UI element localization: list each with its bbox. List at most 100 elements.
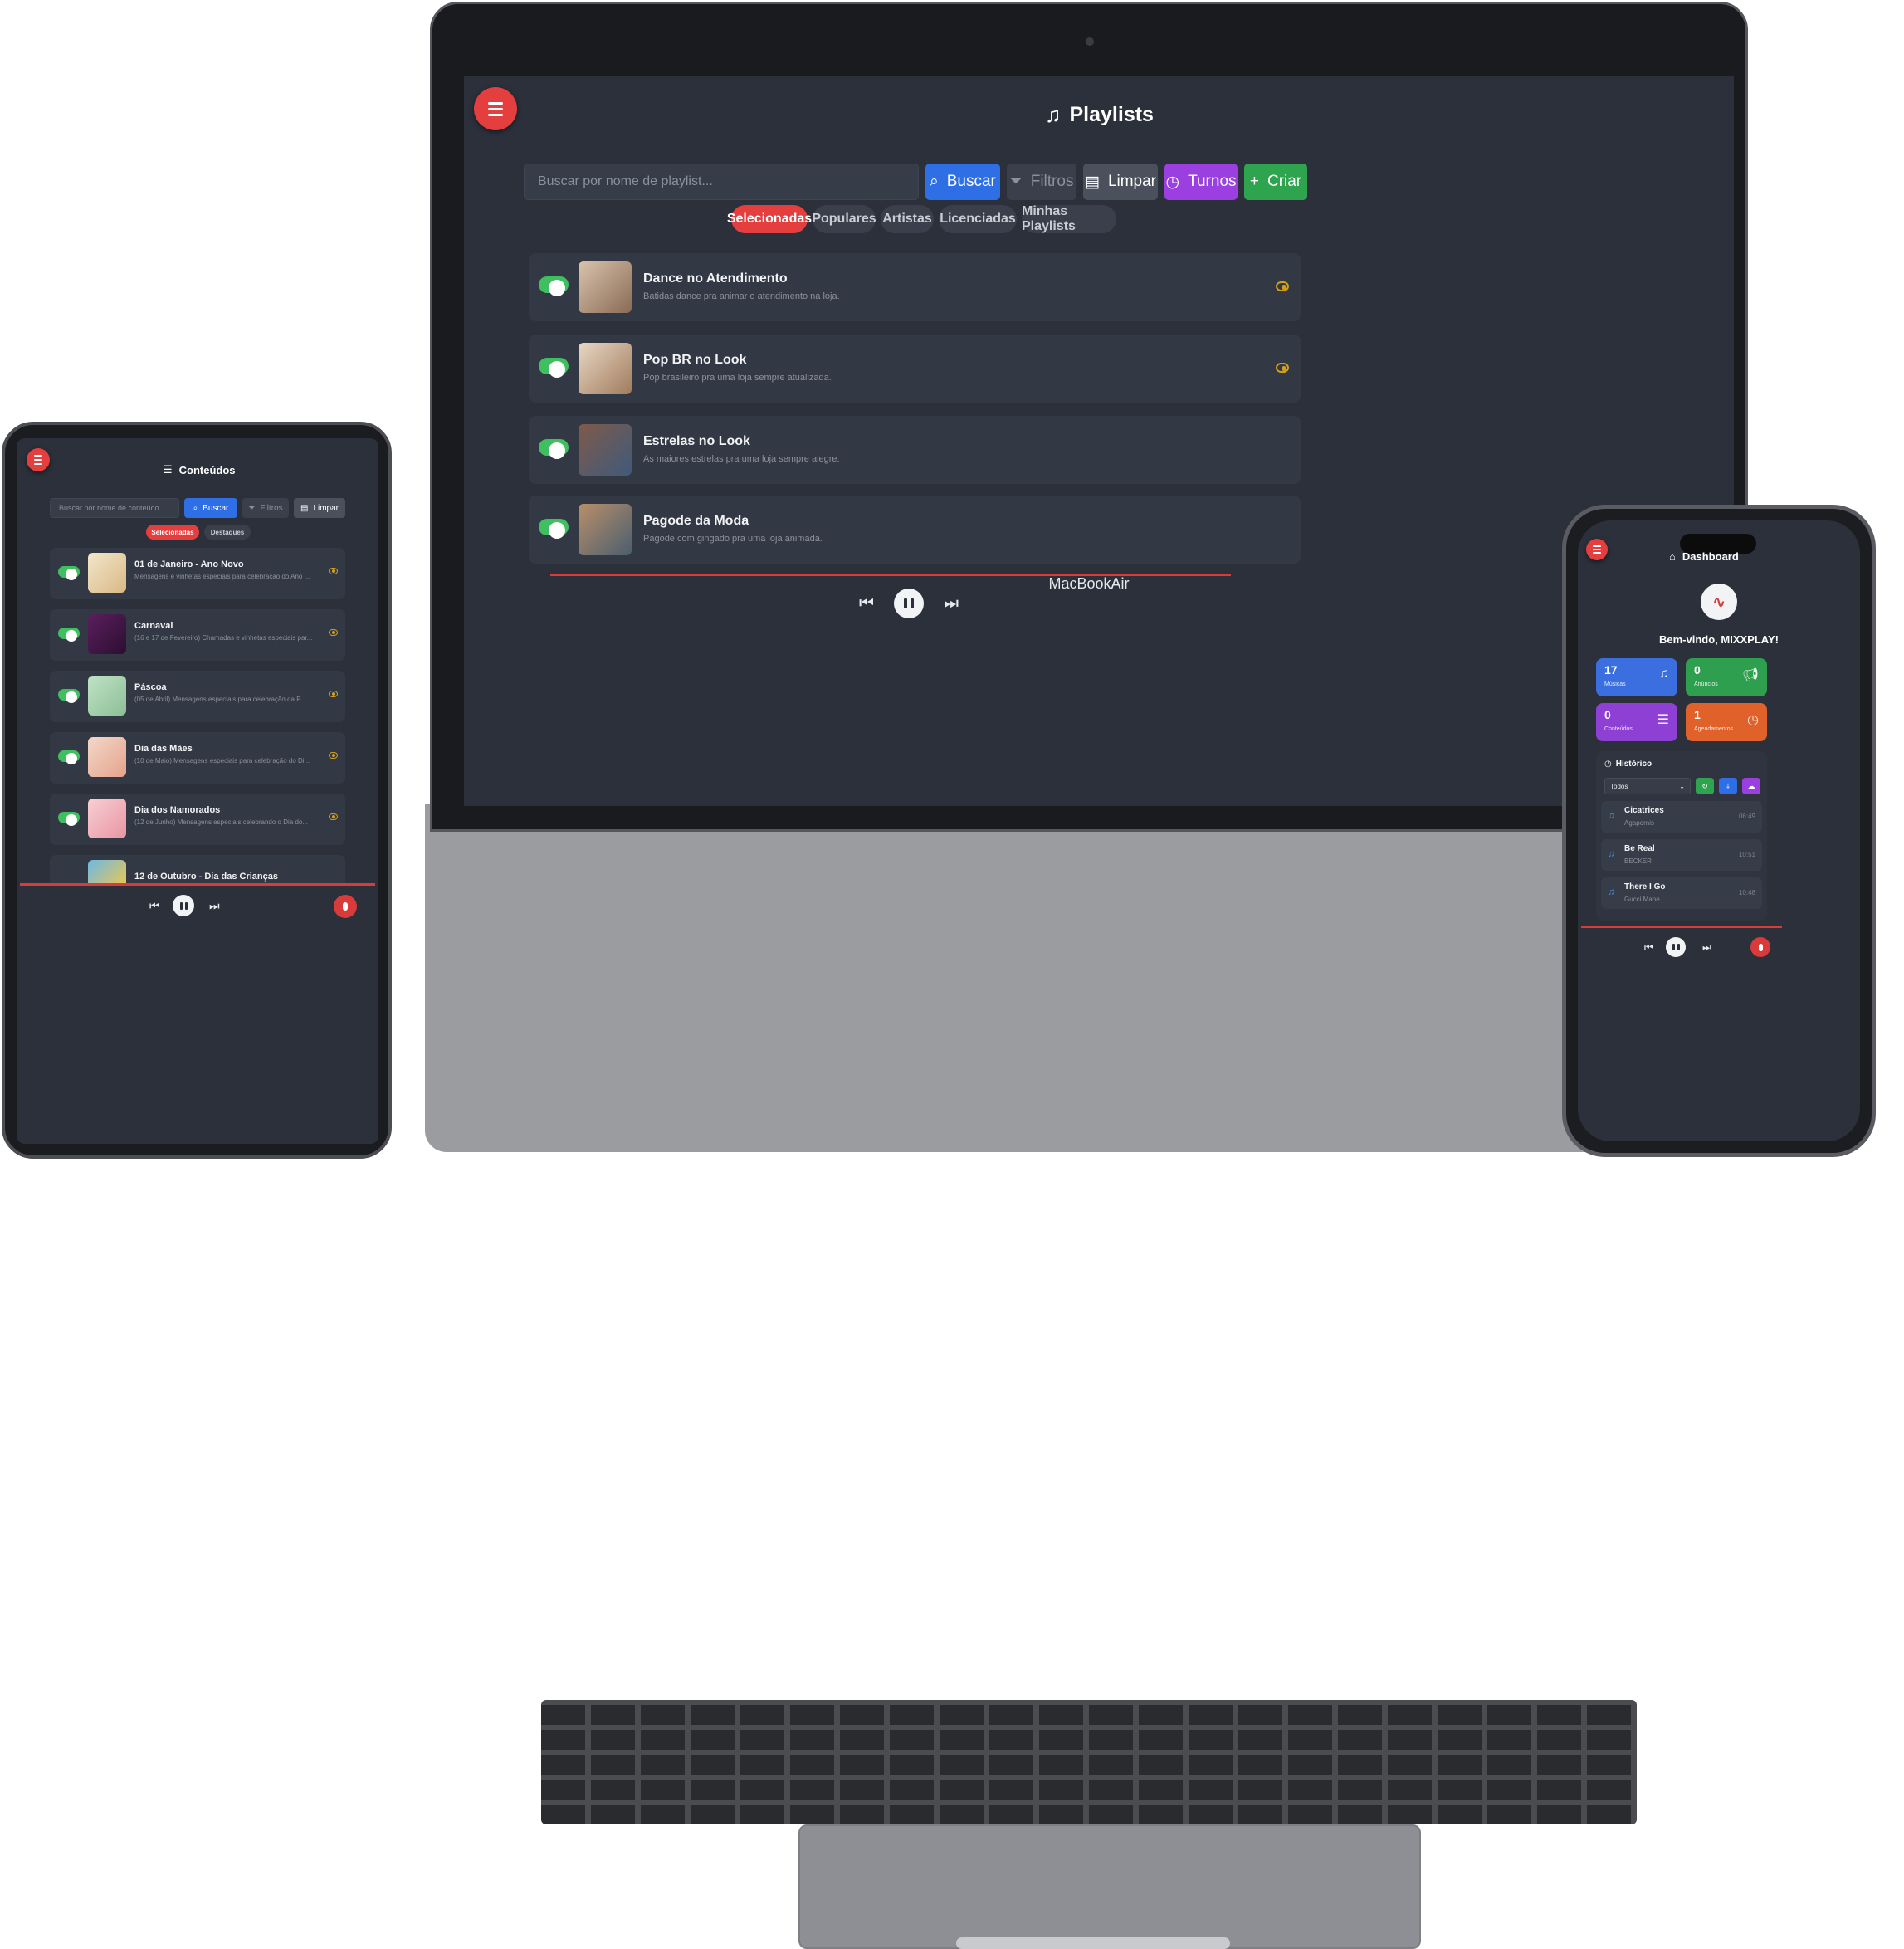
- content-title: Dia das Mães: [134, 744, 193, 754]
- stat-card-musicas[interactable]: 17 Músicas ♫: [1596, 658, 1677, 696]
- tab-populares[interactable]: Populares: [812, 205, 876, 233]
- plus-icon: +: [1249, 173, 1259, 190]
- stat-card-agendamentos[interactable]: 1 Agendamentos ◷: [1686, 703, 1767, 741]
- content-row[interactable]: 01 de Janeiro - Ano Novo Mensagens e vin…: [50, 548, 345, 599]
- progress-bar[interactable]: [1581, 926, 1782, 928]
- tab-selecionadas[interactable]: Selecionadas: [727, 205, 812, 233]
- content-row[interactable]: Dia das Mães (10 de Maio) Mensagens espe…: [50, 732, 345, 784]
- buscar-button[interactable]: ⌕ Buscar: [925, 164, 1000, 200]
- page-title: ♫ Playlists: [1045, 102, 1154, 127]
- history-item[interactable]: ♫ There I Go Gucci Mane 10:48: [1601, 877, 1762, 909]
- tab-minhas-playlists[interactable]: Minhas Playlists: [1022, 204, 1116, 233]
- content-row[interactable]: Páscoa (05 de Abril) Mensagens especiais…: [50, 671, 345, 722]
- playlist-subtitle: Pagode com gingado pra uma loja animada.: [643, 534, 823, 544]
- toggle-switch[interactable]: [539, 439, 569, 459]
- playlist-thumbnail: [579, 424, 632, 476]
- playlist-thumbnail: [579, 261, 632, 313]
- previous-icon[interactable]: ⏮: [859, 595, 874, 612]
- eye-icon[interactable]: [329, 752, 338, 759]
- turnos-button[interactable]: ◷ Turnos: [1164, 164, 1238, 200]
- content-row[interactable]: Dia dos Namorados (12 de Junho) Mensagen…: [50, 794, 345, 845]
- eye-icon[interactable]: [329, 813, 338, 820]
- toggle-switch[interactable]: [58, 750, 80, 764]
- eye-icon[interactable]: [329, 568, 338, 574]
- next-icon[interactable]: ⏭: [944, 595, 959, 612]
- next-icon[interactable]: ⏭: [209, 900, 220, 911]
- tablet-screen: ☰ Conteúdos Buscar por nome de conteúdo.…: [17, 438, 378, 1144]
- content-subtitle: (16 e 17 de Fevereiro) Chamadas e vinhet…: [134, 634, 313, 642]
- content-thumbnail: [88, 676, 126, 716]
- tab-licenciadas[interactable]: Licenciadas: [939, 205, 1017, 233]
- limpar-button[interactable]: ▤ Limpar: [294, 498, 345, 518]
- eye-icon[interactable]: [329, 629, 338, 636]
- camera: [1086, 37, 1094, 46]
- filter-select[interactable]: Todos ⌄: [1604, 778, 1691, 794]
- eye-icon[interactable]: [1276, 281, 1289, 291]
- filtros-button[interactable]: ⏷ Filtros: [1007, 164, 1076, 200]
- menu-button[interactable]: [474, 87, 517, 130]
- playlist-row[interactable]: Pagode da Moda Pagode com gingado pra um…: [529, 496, 1301, 564]
- pause-button[interactable]: [173, 895, 194, 916]
- tab-selecionadas[interactable]: Selecionadas: [146, 525, 199, 540]
- limpar-button[interactable]: ▤ Limpar: [1083, 164, 1158, 200]
- content-row[interactable]: Carnaval (16 e 17 de Fevereiro) Chamadas…: [50, 609, 345, 661]
- playlist-title: Dance no Atendimento: [643, 271, 788, 286]
- eye-icon[interactable]: [329, 691, 338, 697]
- menu-button[interactable]: [1586, 539, 1608, 560]
- phone-device: ⌂ Dashboard ∿ Bem-vindo, MIXXPLAY! 17 Mú…: [1562, 505, 1876, 1157]
- criar-button[interactable]: + Criar: [1244, 164, 1307, 200]
- trackpad: [798, 1824, 1421, 1949]
- toggle-switch[interactable]: [539, 276, 569, 296]
- filtros-button[interactable]: ⏷ Filtros: [242, 498, 289, 518]
- microphone-icon: [1758, 943, 1763, 951]
- content-title: 01 de Janeiro - Ano Novo: [134, 559, 244, 569]
- download-button[interactable]: ⤓: [1719, 778, 1737, 794]
- microphone-button[interactable]: [334, 895, 357, 918]
- microphone-button[interactable]: [1750, 937, 1770, 957]
- pause-button[interactable]: [894, 589, 924, 618]
- content-thumbnail: [88, 737, 126, 777]
- progress-bar[interactable]: [20, 883, 375, 886]
- playlist-row[interactable]: Pop BR no Look Pop brasileiro pra uma lo…: [529, 335, 1301, 403]
- playlist-row[interactable]: Estrelas no Look As maiores estrelas pra…: [529, 416, 1301, 484]
- previous-icon[interactable]: ⏮: [149, 900, 160, 911]
- history-panel: ◷ Histórico Todos ⌄ ↻ ⤓ ☁ ♫ Cicatrices Aga…: [1596, 751, 1767, 921]
- history-item[interactable]: ♫ Cicatrices Agapornis 06:49: [1601, 801, 1762, 833]
- refresh-button[interactable]: ↻: [1696, 778, 1714, 794]
- stat-card-anuncios[interactable]: 0 Anúncios 📢︎: [1686, 658, 1767, 696]
- playlist-subtitle: Pop brasileiro pra uma loja sempre atual…: [643, 373, 832, 383]
- playlist-subtitle: Batidas dance pra animar o atendimento n…: [643, 291, 840, 301]
- cloud-button[interactable]: ☁: [1742, 778, 1760, 794]
- search-icon: ⌕: [193, 503, 198, 513]
- toggle-switch[interactable]: [539, 358, 569, 378]
- tab-destaques[interactable]: Destaques: [204, 525, 251, 540]
- menu-button[interactable]: [27, 448, 50, 471]
- phone-screen: ⌂ Dashboard ∿ Bem-vindo, MIXXPLAY! 17 Mú…: [1578, 520, 1860, 1141]
- microphone-icon: [343, 902, 348, 911]
- tab-artistas[interactable]: Artistas: [881, 205, 934, 233]
- stat-card-conteudos[interactable]: 0 Conteúdos ☰: [1596, 703, 1677, 741]
- search-input[interactable]: Buscar por nome de conteúdo...: [50, 498, 179, 518]
- buscar-button[interactable]: ⌕ Buscar: [184, 498, 237, 518]
- hamburger-icon: [488, 101, 503, 116]
- welcome-text: Bem-vindo, MIXXPLAY!: [1659, 633, 1779, 646]
- clock-icon: ◷: [1747, 713, 1759, 727]
- content-thumbnail: [88, 614, 126, 654]
- playlist-row[interactable]: Dance no Atendimento Batidas dance pra a…: [529, 253, 1301, 321]
- pause-button[interactable]: [1666, 937, 1686, 957]
- content-subtitle: (10 de Maio) Mensagens especiais para ce…: [134, 757, 310, 764]
- history-item[interactable]: ♫ Be Real BECKER 10:51: [1601, 839, 1762, 871]
- megaphone-icon: 📢︎: [1741, 668, 1759, 682]
- toggle-switch[interactable]: [58, 628, 80, 642]
- refresh-icon: ↻: [1701, 781, 1708, 790]
- hamburger-icon: [34, 455, 42, 465]
- toggle-switch[interactable]: [58, 689, 80, 703]
- laptop-lid: ♫ Playlists Buscar por nome de playlist.…: [430, 2, 1748, 832]
- search-input[interactable]: Buscar por nome de playlist...: [524, 164, 919, 200]
- eye-icon[interactable]: [1276, 363, 1289, 373]
- toggle-switch[interactable]: [58, 812, 80, 826]
- previous-icon[interactable]: ⏮: [1644, 942, 1653, 952]
- toggle-switch[interactable]: [539, 519, 569, 539]
- toggle-switch[interactable]: [58, 566, 80, 580]
- next-icon[interactable]: ⏭: [1702, 942, 1711, 952]
